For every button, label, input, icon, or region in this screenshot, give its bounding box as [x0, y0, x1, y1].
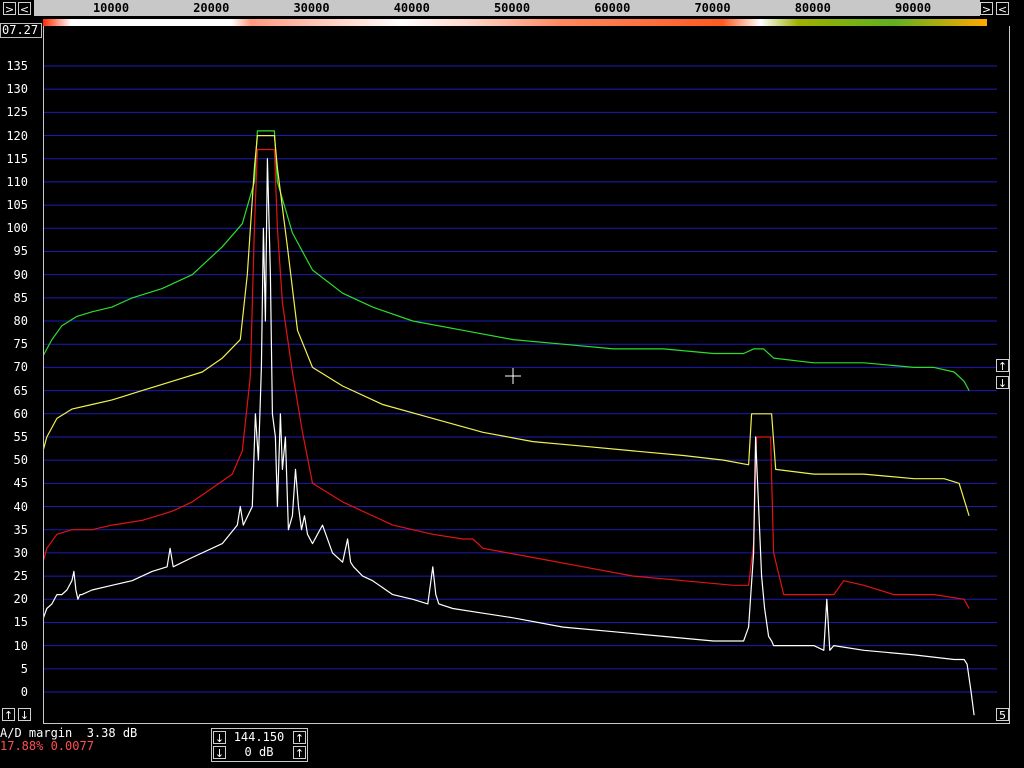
scroll-right-button-2[interactable]: > [980, 2, 993, 16]
freq-tick-label: 30000 [293, 1, 330, 15]
frequency-gain-control: ↓ 144.150 ↑ ↓ 0 dB ↑ [211, 728, 308, 762]
y-tick-label: 85 [13, 290, 28, 305]
relative-level-text: 17.88% 0.0077 [0, 739, 94, 753]
scroll-end-button[interactable]: < [996, 2, 1009, 16]
freq-tick-label: 90000 [894, 1, 932, 15]
y-tick-label: 0 [20, 685, 28, 699]
y-tick-label: 130 [6, 82, 28, 97]
y-tick-label: 95 [13, 244, 28, 259]
frequency-scale: 10000 20000 30000 40000 50000 60000 70000 80000… [34, 0, 980, 16]
spectrum-trace-1 [44, 130, 970, 391]
y-tick-label: 50 [13, 453, 28, 468]
frequency-value[interactable]: 144.150 [228, 730, 290, 744]
y-tick-label: 65 [13, 383, 28, 398]
zoom-down-button[interactable]: ↓ [18, 708, 31, 722]
y-tick-label: 15 [13, 615, 28, 630]
spectrum-plot[interactable] [43, 26, 1010, 724]
y-tick-label: 35 [13, 522, 28, 537]
gain-value[interactable]: 0 dB [228, 745, 290, 759]
y-tick-label: 10 [13, 638, 28, 653]
waterfall-strip [43, 19, 987, 26]
y-tick-label: 20 [13, 592, 28, 607]
y-tick-label: 40 [13, 499, 28, 514]
y-tick-label: 125 [6, 105, 28, 120]
y-tick-label: 5 [20, 661, 28, 676]
freq-up-button[interactable]: ↑ [293, 731, 306, 745]
freq-tick-label: 60000 [594, 1, 631, 15]
scroll-left-button[interactable]: < [18, 2, 31, 16]
freq-tick-label: 40000 [393, 1, 430, 15]
y-tick-label: 75 [13, 337, 28, 352]
y-tick-label: 45 [13, 476, 28, 491]
y-tick-label: 80 [13, 314, 28, 329]
y-tick-label: 70 [13, 360, 28, 375]
freq-tick-label: 70000 [694, 1, 731, 15]
time-readout: 07.27 [0, 23, 42, 38]
y-tick-label: 100 [6, 221, 28, 236]
right-down-button[interactable]: ↓ [996, 376, 1009, 390]
freq-tick-label: 50000 [493, 1, 531, 15]
freq-tick-label: 80000 [794, 1, 831, 15]
gain-down-button[interactable]: ↓ [213, 746, 226, 760]
status-area: A/D margin 3.38 dB 17.88% 0.0077 [0, 727, 137, 753]
spectrum-chart [44, 65, 997, 716]
y-tick-label: 135 [6, 59, 28, 73]
y-tick-label: 115 [6, 151, 28, 166]
top-bar: > < 10000 20000 30000 40000 50000 60000 70000 8… [0, 0, 1024, 18]
spectrum-trace-2 [44, 134, 970, 516]
freq-down-button[interactable]: ↓ [213, 731, 226, 745]
right-bottom-button[interactable]: 5 [996, 708, 1009, 722]
y-tick-label: 120 [6, 128, 28, 143]
gain-up-button[interactable]: ↑ [293, 746, 306, 760]
right-up-button[interactable]: ↑ [996, 359, 1009, 373]
freq-tick-label: 20000 [193, 1, 230, 15]
y-tick-label: 90 [13, 267, 28, 282]
zoom-up-button[interactable]: ↑ [2, 708, 15, 722]
y-tick-label: 105 [6, 198, 28, 213]
spectrum-trace-3 [44, 148, 970, 609]
freq-tick-label: 10000 [92, 1, 130, 15]
y-tick-label: 30 [13, 545, 28, 560]
scroll-right-button[interactable]: > [3, 2, 16, 16]
y-tick-label: 60 [13, 406, 28, 421]
y-tick-label: 110 [6, 174, 28, 189]
y-tick-label: 25 [13, 569, 28, 584]
crosshair-cursor-icon [505, 368, 521, 384]
y-tick-label: 55 [13, 429, 28, 444]
